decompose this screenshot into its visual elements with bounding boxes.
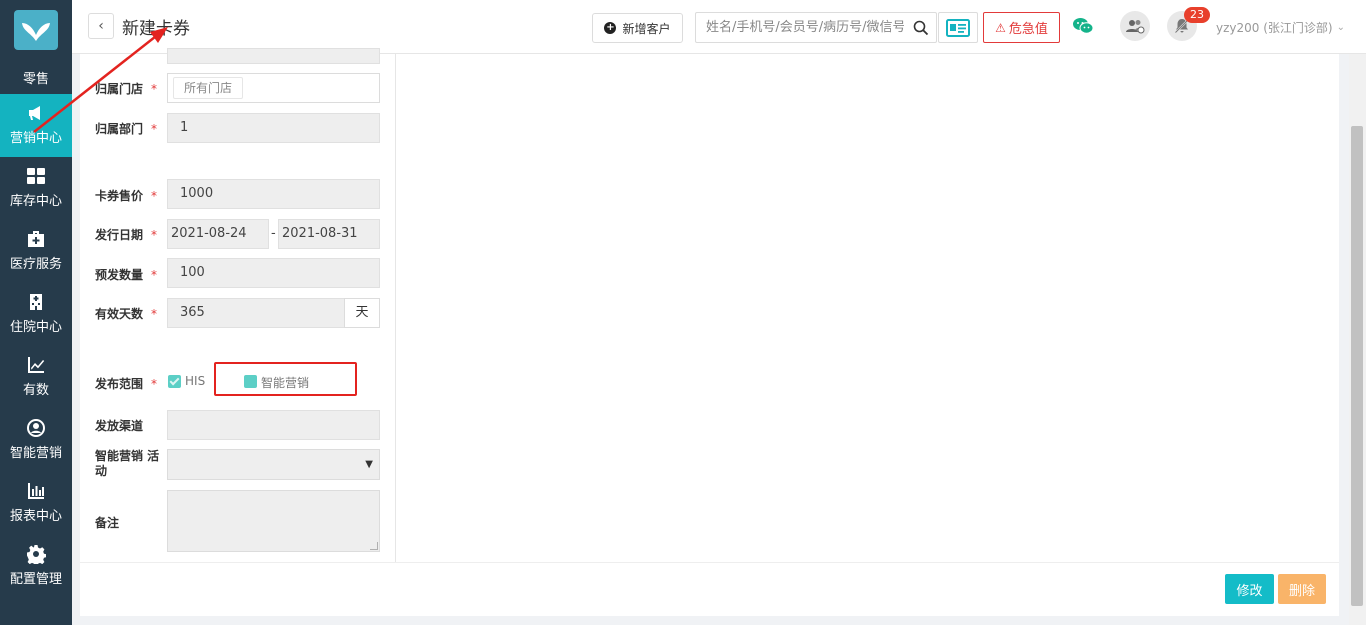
sidebar-item-label: 零售 [22,71,49,87]
add-customer-button[interactable]: + 新增客户 [592,13,683,43]
remark-label: 备注 [95,516,120,530]
notification-count-badge: 23 [1184,7,1210,23]
smart-activity-label: 智能营销 活动 [95,449,160,478]
scope-his-label: HIS [185,374,206,388]
id-card-icon [946,18,970,37]
search-box [695,12,937,43]
resize-handle-icon[interactable] [370,542,378,550]
back-button[interactable]: ‹ [88,13,114,39]
scope-his-checkbox[interactable] [168,375,181,388]
delete-button[interactable]: 删除 [1278,574,1326,604]
hospital-building-icon [25,291,47,313]
coupon-form: 归属门店 * 所有门店 归属部门 * 1 卡券售价 * 1000 发行日期 * 2021… [80,48,396,562]
edit-button[interactable]: 修改 [1225,574,1274,604]
department-field[interactable]: 1 [167,113,380,143]
sidebar-item-inpatient[interactable]: 住院中心 [0,283,72,346]
issue-date-label: 发行日期 * [95,228,158,242]
users-online-icon[interactable] [1120,11,1150,41]
date-separator: - [271,226,276,241]
publish-scope-label: 发布范围 * [95,377,158,391]
gear-icon [25,543,47,565]
search-input[interactable] [696,13,904,42]
store-tag[interactable]: 所有门店 [173,77,244,99]
app-logo[interactable] [14,10,58,50]
annotation-highlight-box [214,362,357,396]
chevron-down-icon: ▼ [365,459,373,470]
sidebar-item-label: 住院中心 [9,320,62,335]
sidebar-item-retail[interactable]: 零售 [0,50,72,94]
sidebar-item-settings[interactable]: 配置管理 [0,535,72,598]
page-scrollbar[interactable] [1349,54,1366,625]
grid-icon [25,165,47,187]
sidebar-item-medical[interactable]: 医疗服务 [0,220,72,283]
main-content: 归属门店 * 所有门店 归属部门 * 1 卡券售价 * 1000 发行日期 * 2021… [80,48,1339,616]
sidebar-item-label: 医疗服务 [9,257,62,272]
sidebar: 零售 营销中心 库存中心 医疗服务 住院中心 有数 智能营销 报表中心 配置管理 [0,0,72,625]
valid-days-field[interactable]: 365 [167,298,345,328]
sidebar-item-analytics[interactable]: 有数 [0,346,72,409]
sidebar-item-smart-marketing[interactable]: 智能营销 [0,409,72,472]
channel-field[interactable] [167,410,380,440]
preset-quantity-label: 预发数量 * [95,268,158,282]
user-name: yzy200 (张江门诊部) [1216,21,1333,35]
department-label: 归属部门 * [95,122,158,136]
search-icon[interactable] [913,20,929,36]
remark-textarea[interactable] [167,490,380,552]
top-header: ‹ 新建卡券 + 新增客户 ⚠ 危急值 [72,0,1366,54]
critical-value-label: 危急值 [1008,22,1048,37]
channel-label: 发放渠道 [95,419,144,433]
line-chart-icon [25,354,47,376]
store-select[interactable]: 所有门店 [167,73,380,103]
store-label: 归属门店 * [95,82,158,96]
scrolled-field[interactable] [167,48,380,64]
butterfly-logo-icon [22,23,50,41]
medical-kit-icon [25,228,47,250]
chevron-down-icon: ⌄ [1336,22,1345,33]
user-circle-icon [25,417,47,439]
sidebar-item-label: 智能营销 [9,446,62,461]
sidebar-item-label: 报表中心 [9,509,62,524]
issue-start-date[interactable]: 2021-08-24 [167,219,269,249]
issue-end-date[interactable]: 2021-08-31 [278,219,380,249]
price-label: 卡券售价 * [95,189,158,203]
plus-circle-icon: + [604,22,617,34]
sidebar-item-label: 营销中心 [9,131,62,146]
valid-days-label: 有效天数 * [95,307,158,321]
page-title: 新建卡券 [122,19,190,39]
scrollbar-thumb[interactable] [1351,126,1363,606]
sidebar-item-inventory[interactable]: 库存中心 [0,157,72,220]
price-field[interactable]: 1000 [167,179,380,209]
smart-activity-select[interactable]: ▼ [167,449,380,480]
megaphone-icon [25,102,47,124]
critical-value-button[interactable]: ⚠ 危急值 [983,12,1060,43]
preset-quantity-field[interactable]: 100 [167,258,380,288]
sidebar-item-reports[interactable]: 报表中心 [0,472,72,535]
add-customer-label: 新增客户 [622,21,671,36]
warning-icon: ⚠ [995,20,1006,35]
id-card-reader-button[interactable] [938,12,978,43]
user-menu[interactable]: yzy200 (张江门诊部) ⌄ [1216,19,1345,36]
sidebar-item-label: 配置管理 [9,572,62,587]
bar-chart-icon [25,480,47,502]
wechat-icon[interactable] [1072,16,1094,36]
chevron-left-icon: ‹ [98,18,104,34]
sidebar-item-label: 有数 [22,383,49,398]
sidebar-item-marketing[interactable]: 营销中心 [0,94,72,157]
valid-days-unit: 天 [344,298,380,328]
footer-actions: 修改 删除 [80,562,1339,616]
sidebar-item-label: 库存中心 [9,194,62,209]
